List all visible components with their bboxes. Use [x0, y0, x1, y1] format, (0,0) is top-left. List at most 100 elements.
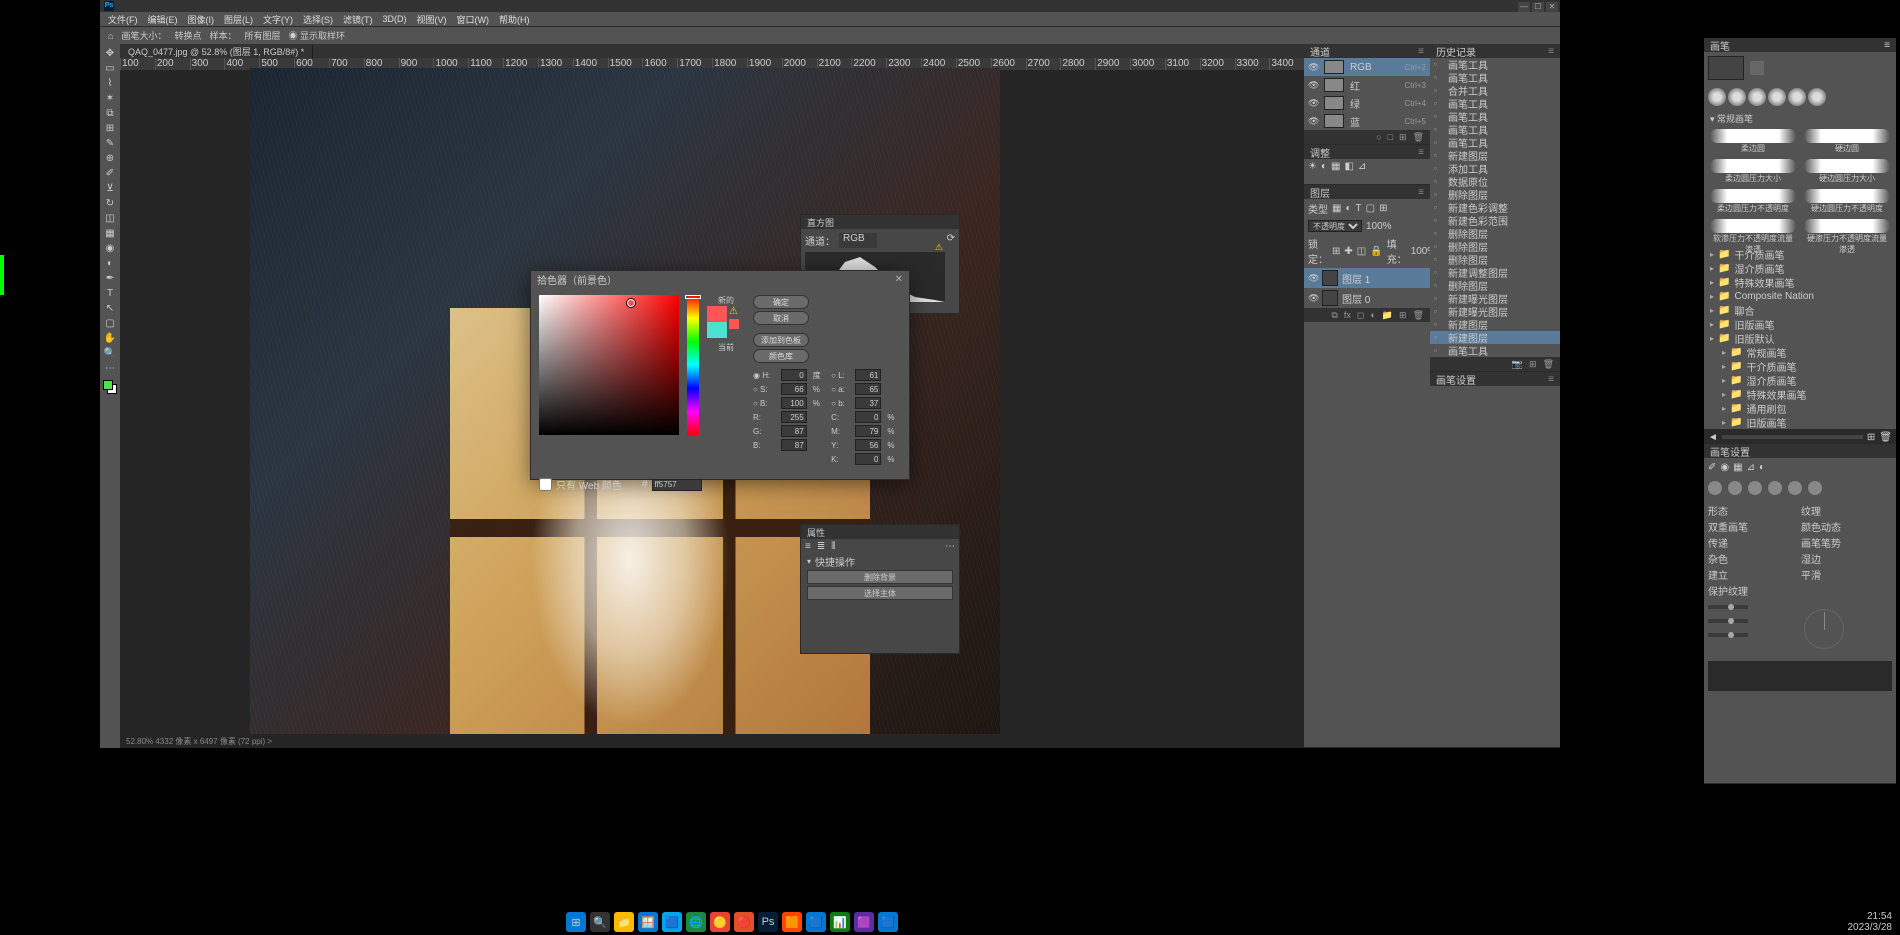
menu-type[interactable]: 文字(Y) — [259, 13, 297, 26]
document-tab[interactable]: QAQ_0477.jpg @ 52.8% (图层 1, RGB/8#) * — [120, 45, 313, 58]
brush-preset[interactable] — [1804, 189, 1890, 203]
eraser-tool-icon[interactable]: ◫ — [102, 211, 118, 225]
foreground-color[interactable] — [103, 380, 113, 390]
brush-preset[interactable] — [1710, 159, 1796, 173]
panel-menu-icon[interactable]: ≡ — [1884, 40, 1890, 51]
menu-window[interactable]: 窗口(W) — [453, 13, 494, 26]
filter-text-icon[interactable]: T — [1356, 203, 1362, 214]
brush-subfolder[interactable]: 📁干介质画笔 — [1704, 359, 1896, 373]
h-input[interactable] — [781, 369, 807, 381]
dodge-tool-icon[interactable]: ◐ — [102, 256, 118, 270]
brush-folder[interactable]: 📁旧版默认 — [1704, 331, 1896, 345]
m-input[interactable] — [855, 425, 881, 437]
shape-tool-icon[interactable]: ▢ — [102, 316, 118, 330]
color-field-marker[interactable] — [627, 299, 635, 307]
menu-select[interactable]: 选择(S) — [299, 13, 337, 26]
b2-input[interactable] — [781, 439, 807, 451]
brush-preset[interactable] — [1804, 129, 1890, 143]
adjustments-tab[interactable]: 调整 — [1310, 145, 1330, 160]
warning-icon[interactable]: ⚠ — [935, 242, 943, 253]
taskbar-app[interactable]: 🟪 — [854, 912, 874, 932]
brush-setting-row[interactable]: 双重画笔 — [1708, 519, 1799, 533]
stamp-tool-icon[interactable]: ⊻ — [102, 181, 118, 195]
panel-menu-icon[interactable]: ≡ — [1418, 187, 1424, 198]
panel-menu-icon[interactable]: ≡ — [1548, 46, 1554, 57]
l-input[interactable] — [855, 369, 881, 381]
heal-tool-icon[interactable]: ⊕ — [102, 151, 118, 165]
load-selection-icon[interactable]: ○ — [1376, 132, 1381, 142]
remove-bg-button[interactable]: 删除背景 — [807, 570, 953, 584]
panel-menu-icon[interactable]: ≡ — [1418, 147, 1424, 158]
brush-setting-row[interactable]: 平滑 — [1801, 567, 1892, 581]
delete-icon[interactable]: 🗑 — [1543, 359, 1554, 370]
brush-subfolder[interactable]: 📁特殊效果画笔 — [1704, 387, 1896, 401]
lock-icon[interactable]: 🔒 — [1370, 246, 1382, 257]
k-input[interactable] — [855, 453, 881, 465]
crop-tool-icon[interactable]: ⧉ — [102, 106, 118, 120]
type-tool-icon[interactable]: T — [102, 286, 118, 300]
brush-preset[interactable] — [1710, 129, 1796, 143]
histogram-channel-select[interactable]: RGB — [839, 233, 877, 248]
brush-setting-row[interactable]: 保护纹理 — [1708, 583, 1799, 597]
c-input[interactable] — [855, 411, 881, 423]
visibility-icon[interactable]: 👁 — [1308, 62, 1318, 73]
taskbar-app[interactable]: 📁 — [614, 912, 634, 932]
taskbar-app[interactable]: ⊞ — [566, 912, 586, 932]
brush-preset[interactable] — [1804, 219, 1890, 233]
options-show-ring[interactable]: ◉ 显示取样环 — [289, 29, 346, 42]
brush-subfolder[interactable]: 📁旧版画笔 — [1704, 415, 1896, 429]
more-icon[interactable]: ⋯ — [945, 541, 955, 551]
add-swatch-button[interactable]: 添加到色板 — [753, 333, 809, 347]
brush-tip-icon[interactable] — [1708, 88, 1726, 106]
fx-icon[interactable]: fx — [1344, 310, 1351, 320]
filter-adj-icon[interactable]: ◐ — [1345, 203, 1351, 214]
group-icon[interactable]: 📁 — [1382, 310, 1393, 321]
brush-preset[interactable] — [1710, 219, 1796, 233]
layer-name[interactable]: 图层 0 — [1342, 291, 1370, 306]
taskbar[interactable]: ⊞🔍📁🪟🟦🌐🟡🔴Ps🟧🟦📊🟪🟦 — [560, 909, 1010, 935]
eyedropper-tool-icon[interactable]: ✎ — [102, 136, 118, 150]
websafe-icon[interactable] — [729, 319, 739, 329]
brush-folder[interactable]: 📁湿介质画笔 — [1704, 261, 1896, 275]
taskbar-app[interactable]: 🟦 — [806, 912, 826, 932]
lasso-tool-icon[interactable]: ⌇ — [102, 76, 118, 90]
brush-setting-row[interactable]: 颜色动态 — [1801, 519, 1892, 533]
history-step[interactable]: ▫画笔工具 — [1430, 344, 1560, 357]
size-slider[interactable] — [1708, 605, 1748, 609]
brush-setting-row[interactable]: 湿边 — [1801, 551, 1892, 565]
hue-slider[interactable] — [687, 295, 699, 435]
menu-image[interactable]: 图像(I) — [184, 13, 219, 26]
delete-layer-icon[interactable]: 🗑 — [1413, 310, 1424, 321]
layer-row[interactable]: 👁图层 1 — [1304, 268, 1430, 288]
new-doc-icon[interactable]: ⊞ — [1529, 359, 1537, 370]
r-input[interactable] — [781, 411, 807, 423]
adjustment-icon[interactable]: ◧ — [1344, 161, 1353, 172]
panel-menu-icon[interactable]: ≡ — [1418, 46, 1424, 57]
visibility-icon[interactable]: 👁 — [1308, 80, 1318, 91]
layer-row[interactable]: 👁图层 0 — [1304, 288, 1430, 308]
minimize-button[interactable]: — — [1518, 2, 1530, 12]
s-radio[interactable]: ○ S: — [753, 385, 777, 394]
menu-3d[interactable]: 3D(D) — [379, 14, 411, 24]
g-input[interactable] — [781, 425, 807, 437]
link-icon[interactable]: ⧉ — [1331, 310, 1337, 321]
menu-file[interactable]: 文件(F) — [104, 13, 142, 26]
brush-folder[interactable]: 📁特殊效果画笔 — [1704, 275, 1896, 289]
taskbar-app[interactable]: 🪟 — [638, 912, 658, 932]
tip-shape[interactable] — [1768, 481, 1782, 495]
brushes-tab[interactable]: 画笔 — [1710, 38, 1730, 53]
visibility-icon[interactable]: 👁 — [1308, 273, 1318, 284]
filter-shape-icon[interactable]: ▢ — [1366, 203, 1375, 214]
menu-view[interactable]: 视图(V) — [413, 13, 451, 26]
brush-setting-row[interactable]: 形态 — [1708, 503, 1799, 517]
snapshot-icon[interactable]: 📷 — [1512, 359, 1523, 370]
save-selection-icon[interactable]: □ — [1388, 132, 1393, 142]
brush-tip-icon[interactable] — [1768, 88, 1786, 106]
h-radio[interactable]: ◉ H: — [753, 371, 777, 380]
move-tool-icon[interactable]: ✥ — [102, 46, 118, 60]
layers-tab[interactable]: 图层 — [1310, 185, 1330, 200]
system-clock[interactable]: 21:54 2023/3/28 — [1848, 911, 1893, 933]
channel-row[interactable]: 👁蓝Ctrl+5 — [1304, 112, 1430, 130]
slider-icon[interactable]: ◄ — [1708, 432, 1718, 443]
blur-tool-icon[interactable]: ◉ — [102, 241, 118, 255]
